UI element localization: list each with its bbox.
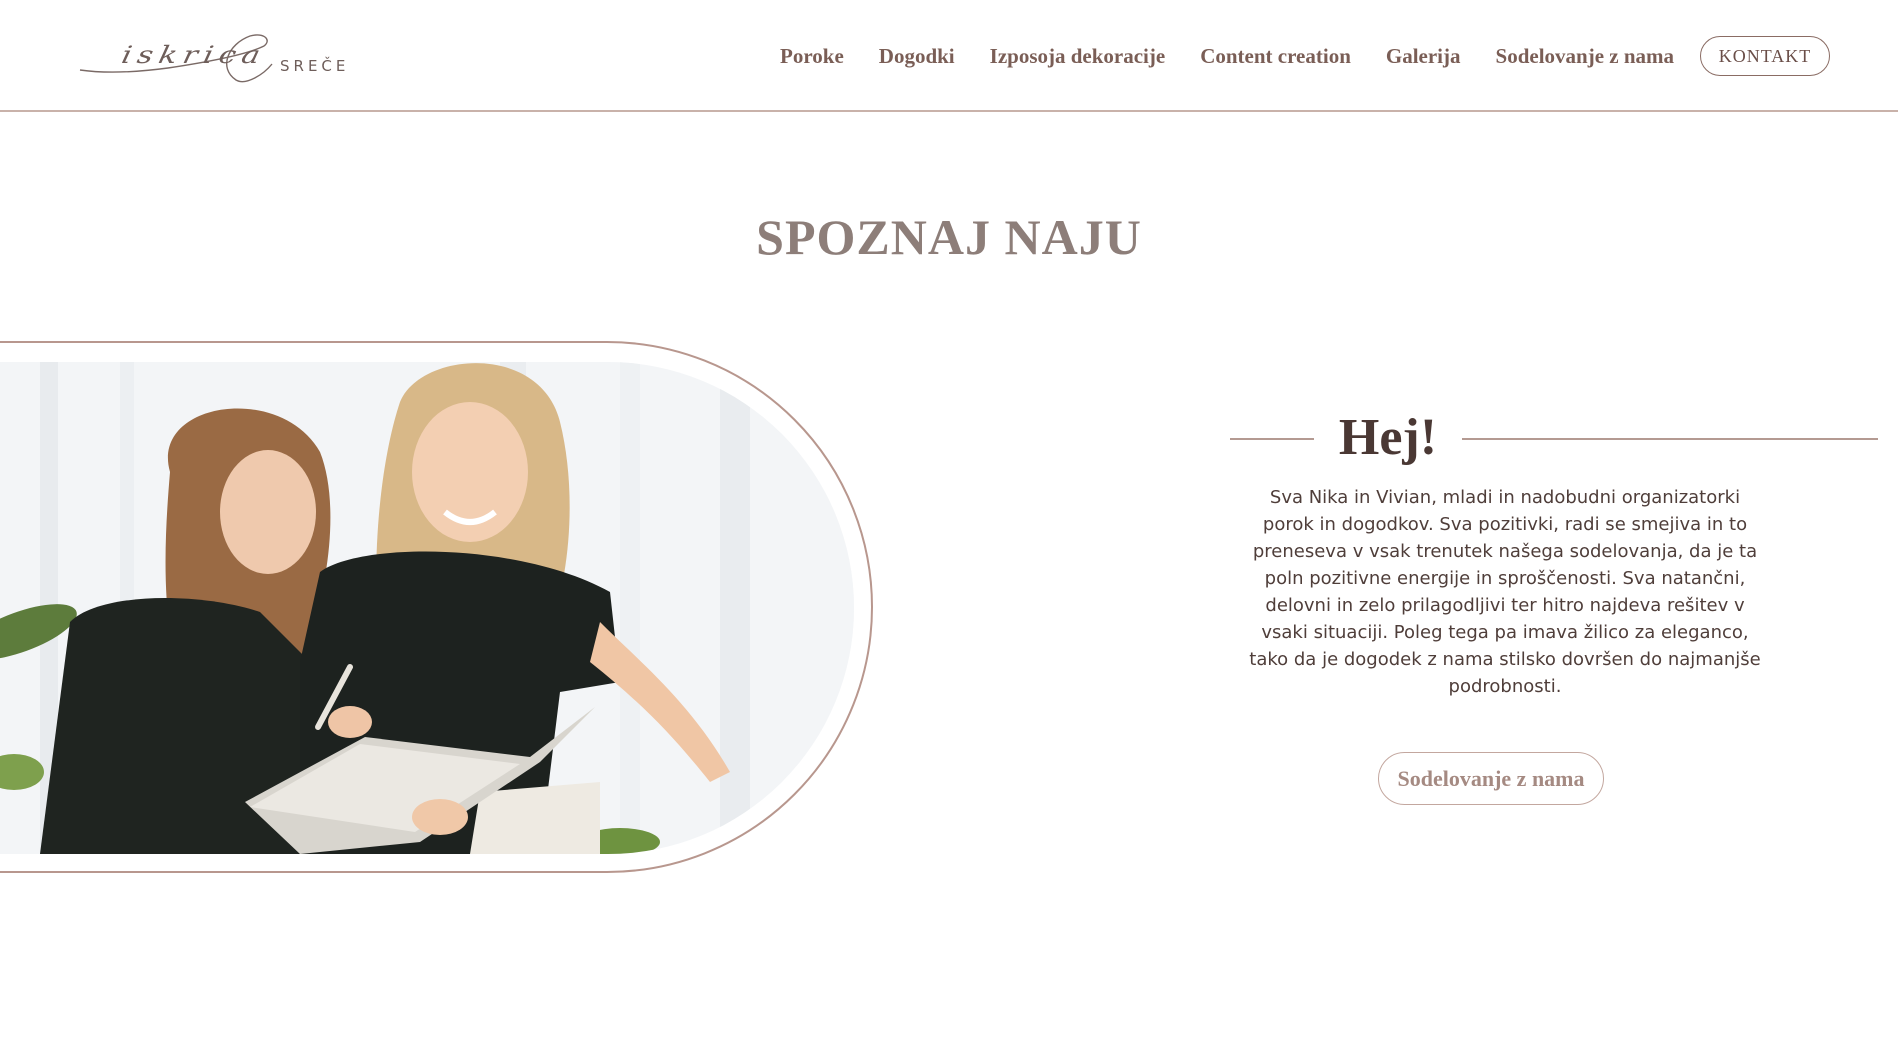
collaboration-button[interactable]: Sodelovanje z nama bbox=[1378, 752, 1604, 805]
nav-poroke[interactable]: Poroke bbox=[780, 44, 844, 69]
heading-divider-left bbox=[1230, 438, 1314, 440]
greeting-heading: Hej! bbox=[1338, 409, 1438, 466]
nav-izposoja-dekoracije[interactable]: Izposoja dekoracije bbox=[990, 44, 1166, 69]
site-header: iskrica SREČE Poroke Dogodki Izposoja de… bbox=[0, 0, 1898, 112]
nav-content-creation[interactable]: Content creation bbox=[1200, 44, 1351, 69]
logo-script-text: iskrica bbox=[119, 41, 269, 70]
intro-paragraph: Sva Nika in Vivian, mladi in nadobudni o… bbox=[1249, 487, 1761, 697]
nav-galerija[interactable]: Galerija bbox=[1386, 44, 1461, 69]
founders-photo bbox=[0, 362, 854, 854]
nav-sodelovanje-z-nama[interactable]: Sodelovanje z nama bbox=[1496, 44, 1675, 69]
site-logo[interactable]: iskrica SREČE bbox=[78, 24, 368, 88]
logo-script: iskrica bbox=[78, 24, 274, 88]
founders-illustration bbox=[0, 362, 854, 854]
main-nav: Poroke Dogodki Izposoja dekoracije Conte… bbox=[780, 36, 1709, 76]
contact-button[interactable]: KONTAKT bbox=[1700, 36, 1830, 76]
heading-divider-right bbox=[1462, 438, 1878, 440]
nav-dogodki[interactable]: Dogodki bbox=[879, 44, 955, 69]
page-title: SPOZNAJ NAJU bbox=[756, 209, 1142, 265]
logo-word: SREČE bbox=[280, 57, 350, 75]
page: iskrica SREČE Poroke Dogodki Izposoja de… bbox=[0, 0, 1898, 1054]
